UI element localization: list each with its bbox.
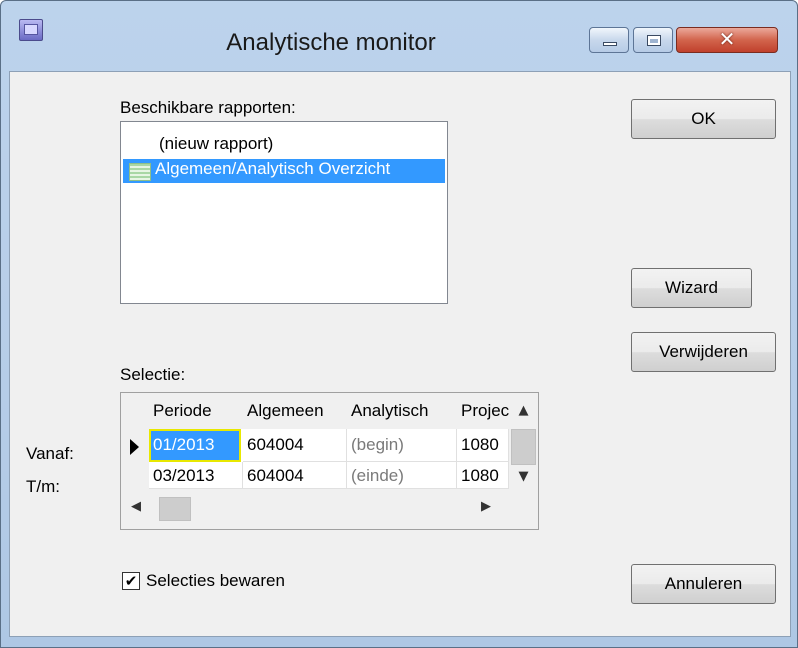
scroll-left-icon[interactable]: ◀ [131, 499, 141, 514]
maximize-icon [647, 35, 661, 46]
horizontal-scrollbar[interactable]: ◀ ▶ [121, 489, 509, 529]
dialog-client-area: Beschikbare rapporten: (nieuw rapport) A… [9, 71, 791, 637]
dialog-window: Analytische monitor ✕ Beschikbare rappor… [0, 0, 798, 648]
scroll-right-icon[interactable]: ▶ [481, 499, 491, 514]
close-icon: ✕ [718, 27, 736, 51]
delete-button[interactable]: Verwijderen [631, 332, 776, 372]
to-label: T/m: [26, 477, 60, 496]
save-selection-label[interactable]: Selecties bewaren [146, 571, 285, 591]
column-header-analytisch[interactable]: Analytisch [347, 393, 457, 429]
report-icon [129, 163, 151, 181]
app-icon[interactable] [19, 19, 43, 41]
minimize-icon [603, 42, 617, 46]
row-indicator-column [121, 393, 149, 489]
grid-header: Periode Algemeen Analytisch Project [149, 393, 509, 429]
list-item-label: (nieuw rapport) [159, 134, 274, 153]
vertical-scroll-thumb[interactable] [511, 429, 536, 465]
scroll-down-icon[interactable]: ▼ [509, 469, 538, 484]
cell-analytisch[interactable]: (begin) [347, 429, 457, 462]
cell-analytisch[interactable]: (einde) [347, 462, 457, 489]
cell-periode[interactable]: 01/2013 [149, 429, 241, 462]
selection-label: Selectie: [120, 365, 186, 384]
cancel-button[interactable]: Annuleren [631, 564, 776, 604]
current-row-arrow-icon [130, 439, 139, 455]
scroll-up-icon[interactable]: ▲ [509, 403, 538, 418]
column-header-algemeen[interactable]: Algemeen [243, 393, 347, 429]
title-bar[interactable]: Analytische monitor ✕ [1, 1, 797, 56]
cell-project[interactable]: 1080 [457, 462, 509, 489]
table-row[interactable]: 03/2013 604004 (einde) 1080 [149, 462, 509, 489]
wizard-button[interactable]: Wizard [631, 268, 752, 308]
ok-button[interactable]: OK [631, 99, 776, 139]
maximize-button[interactable] [633, 27, 673, 53]
scrollbar-corner [509, 489, 538, 529]
vertical-scrollbar[interactable]: ▲ ▼ [509, 393, 538, 489]
reports-listbox[interactable]: (nieuw rapport) Algemeen/Analytisch Over… [120, 121, 448, 304]
save-selection-checkbox[interactable]: ✔ [122, 572, 140, 590]
column-header-project[interactable]: Project [457, 393, 509, 429]
cell-algemeen[interactable]: 604004 [243, 462, 347, 489]
list-item-new-report[interactable]: (nieuw rapport) [123, 134, 445, 158]
cell-algemeen[interactable]: 604004 [243, 429, 347, 462]
selection-grid[interactable]: Periode Algemeen Analytisch Project 01/2… [120, 392, 539, 530]
list-item-general-analytic[interactable]: Algemeen/Analytisch Overzicht [123, 159, 445, 183]
from-label: Vanaf: [26, 444, 74, 463]
column-header-periode[interactable]: Periode [149, 393, 243, 429]
close-button[interactable]: ✕ [676, 27, 778, 53]
reports-label: Beschikbare rapporten: [120, 98, 296, 117]
horizontal-scroll-thumb[interactable] [159, 497, 191, 521]
cell-project[interactable]: 1080 [457, 429, 509, 462]
cell-periode[interactable]: 03/2013 [149, 462, 243, 489]
window-title: Analytische monitor [226, 29, 436, 56]
minimize-button[interactable] [589, 27, 629, 53]
list-item-label: Algemeen/Analytisch Overzicht [155, 159, 391, 178]
table-row[interactable]: 01/2013 604004 (begin) 1080 [149, 429, 509, 462]
